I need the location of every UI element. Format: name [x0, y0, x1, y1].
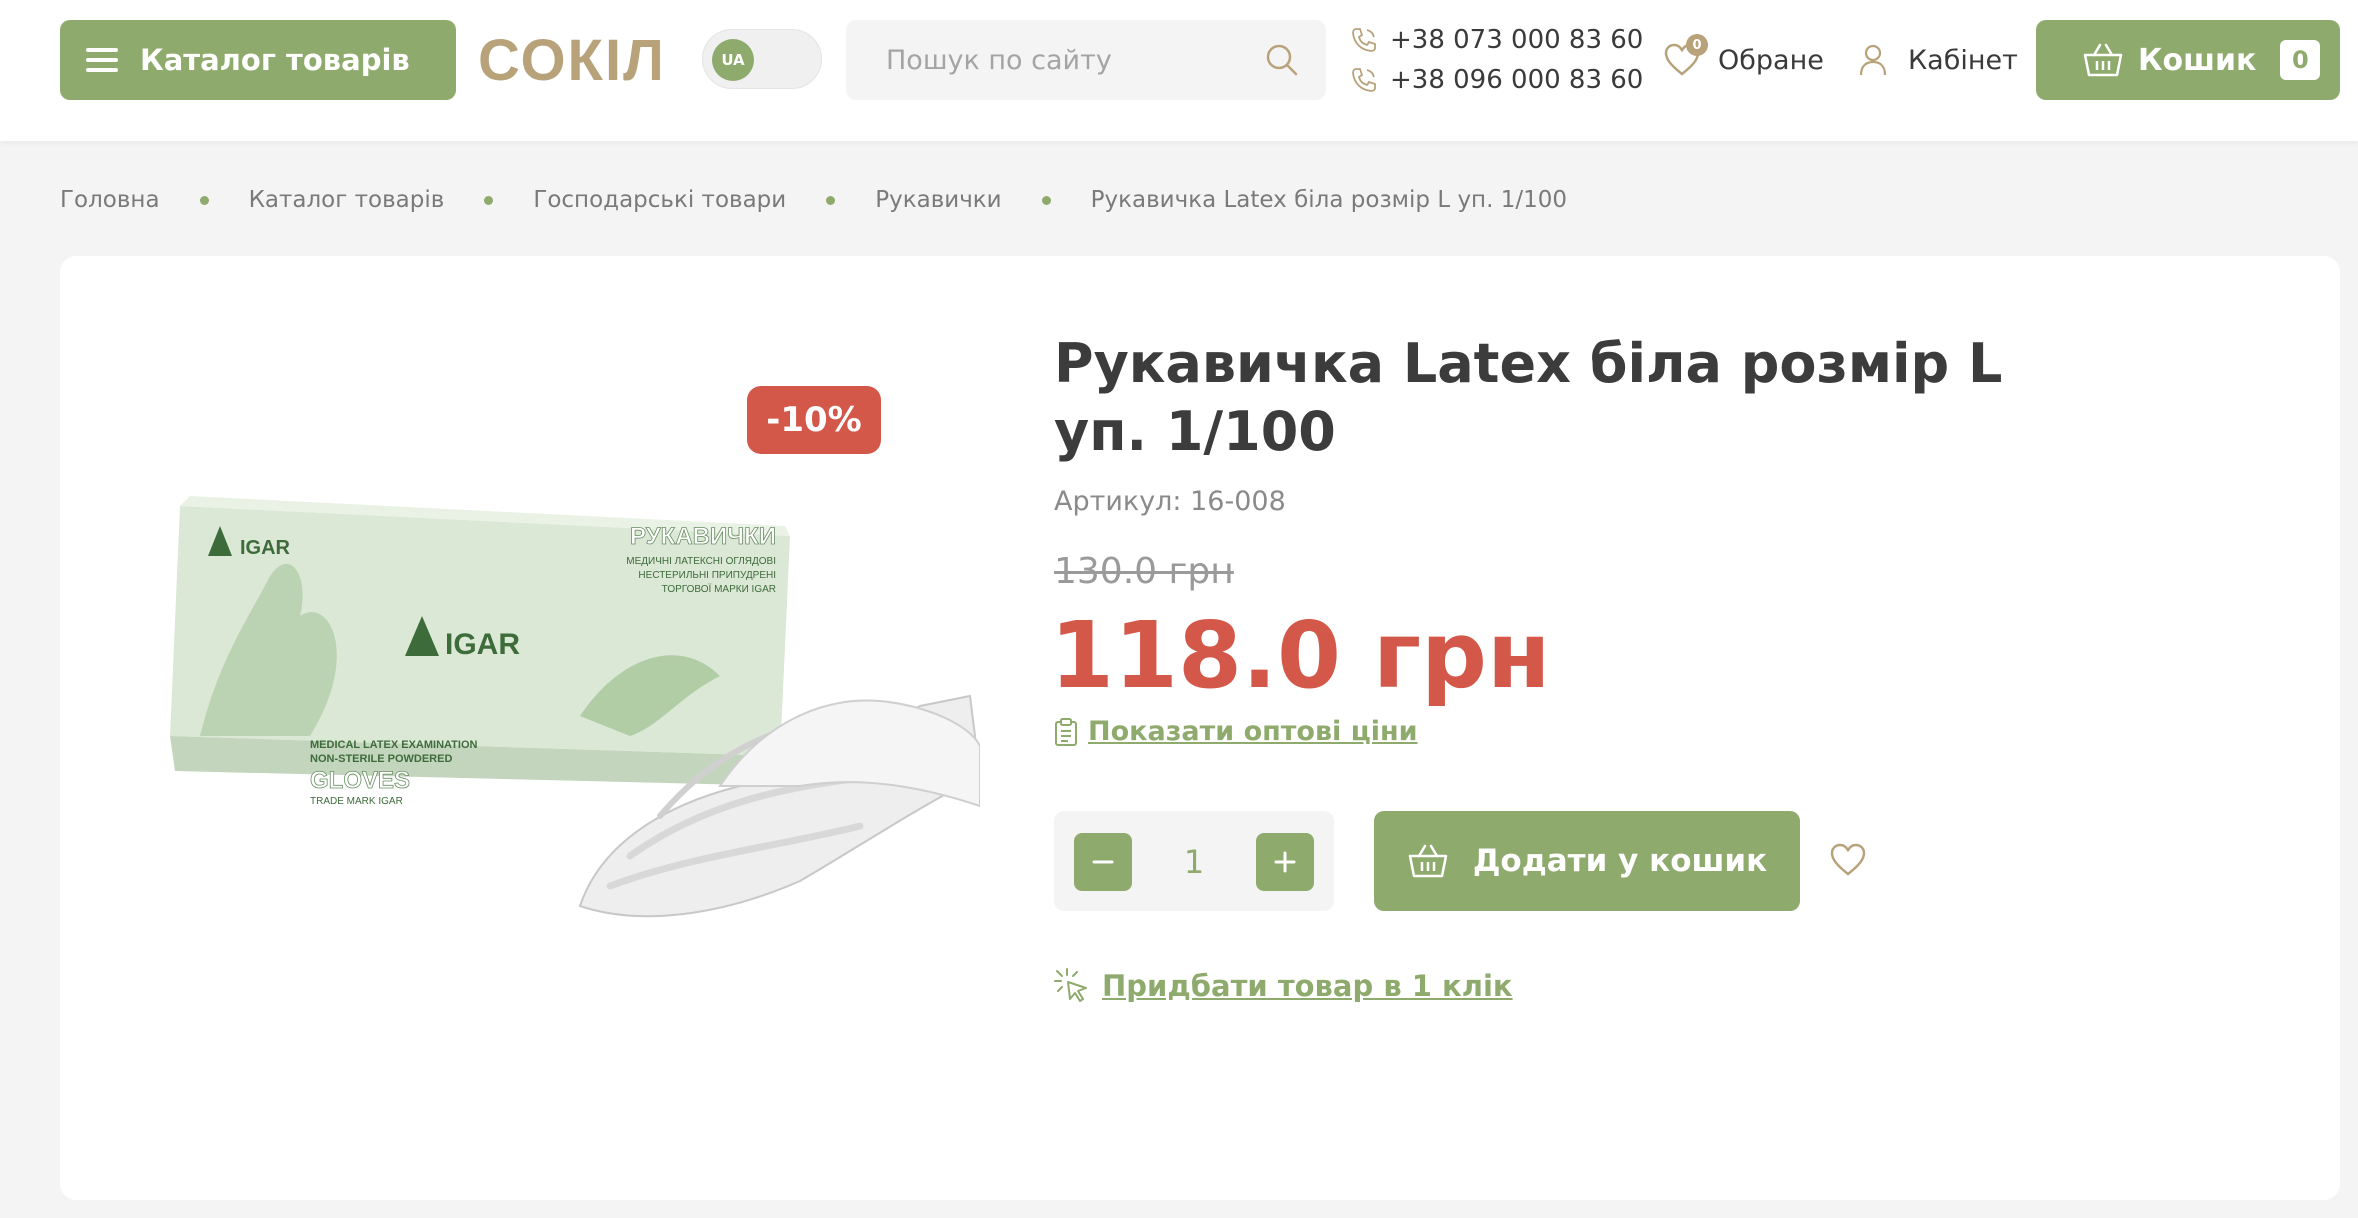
svg-text:TRADE MARK IGAR: TRADE MARK IGAR	[310, 796, 403, 807]
phone-number: +38 073 000 83 60	[1390, 25, 1644, 55]
site-logo[interactable]: СОКІЛ	[478, 28, 682, 88]
heart-icon[interactable]	[1828, 840, 1868, 880]
breadcrumb-separator	[484, 195, 494, 205]
phone-2[interactable]: +38 096 000 83 60	[1350, 60, 1643, 100]
svg-text:MEDICAL LATEX EXAMINATION: MEDICAL LATEX EXAMINATION	[310, 739, 478, 751]
breadcrumb-separator	[1041, 195, 1051, 205]
wholesale-prices-link[interactable]: Показати оптові ціни	[1054, 716, 1418, 747]
old-price: 130.0 грн	[1054, 551, 1234, 592]
click-icon	[1054, 968, 1087, 1002]
svg-text:NON-STERILE POWDERED: NON-STERILE POWDERED	[310, 753, 452, 765]
product-sku: Артикул: 16-008	[1054, 486, 1286, 517]
cart-label: Кошик	[2138, 42, 2257, 78]
search-bar	[846, 20, 1326, 100]
svg-text:РУКАВИЧКИ: РУКАВИЧКИ	[630, 523, 776, 550]
favorites-count-badge: 0	[1686, 34, 1708, 56]
one-click-buy-link[interactable]: Придбати товар в 1 клік	[1054, 968, 1513, 1004]
svg-text:НЕСТЕРИЛЬНІ ПРИПУДРЕНІ: НЕСТЕРИЛЬНІ ПРИПУДРЕНІ	[638, 570, 776, 581]
svg-text:IGAR: IGAR	[240, 537, 291, 559]
wholesale-prices-label: Показати оптові ціни	[1088, 716, 1418, 747]
favorites-label: Обране	[1718, 44, 1824, 76]
catalog-button-label: Каталог товарів	[140, 43, 410, 77]
phone-icon	[1352, 68, 1376, 92]
basket-icon	[2083, 43, 2123, 77]
breadcrumb-gloves[interactable]: Рукавички	[875, 187, 1001, 213]
catalog-button[interactable]: Каталог товарів	[60, 20, 456, 100]
product-title: Рукавичка Latex біла розмір L уп. 1/100	[1054, 332, 2003, 463]
breadcrumb-separator	[199, 195, 209, 205]
quantity-increase-button[interactable]	[1256, 833, 1314, 891]
cart-count-badge: 0	[2280, 40, 2321, 80]
svg-text:ТОРГОВОЇ МАРКИ IGAR: ТОРГОВОЇ МАРКИ IGAR	[662, 583, 776, 595]
cabinet-link[interactable]: Кабінет	[1858, 30, 2018, 90]
menu-icon	[86, 48, 118, 72]
basket-icon	[1408, 844, 1448, 878]
svg-text:IGAR: IGAR	[445, 628, 520, 661]
breadcrumb-separator	[826, 195, 836, 205]
breadcrumb-home[interactable]: Головна	[60, 187, 160, 213]
breadcrumb-catalog[interactable]: Каталог товарів	[249, 187, 445, 213]
quantity-value[interactable]: 1	[1142, 833, 1246, 891]
one-click-buy-label: Придбати товар в 1 клік	[1102, 969, 1513, 1003]
svg-text:МЕДИЧНІ ЛАТЕКСНІ ОГЛЯДОВІ: МЕДИЧНІ ЛАТЕКСНІ ОГЛЯДОВІ	[626, 556, 776, 567]
add-to-cart-label: Додати у кошик	[1472, 843, 1768, 879]
quantity-decrease-button[interactable]	[1074, 833, 1132, 891]
phone-1[interactable]: +38 073 000 83 60	[1350, 20, 1643, 60]
cart-button[interactable]: Кошик 0	[2036, 20, 2340, 100]
discount-badge: -10%	[747, 386, 881, 454]
language-label: UA	[712, 39, 754, 81]
quantity-stepper: 1	[1054, 811, 1334, 911]
breadcrumb-household[interactable]: Господарські товари	[533, 187, 786, 213]
site-header: Каталог товарів СОКІЛ UA +38 073 000 83 …	[0, 0, 2358, 141]
search-icon[interactable]	[1264, 42, 1300, 78]
clipboard-icon	[1055, 717, 1077, 746]
current-price: 118.0 грн	[1050, 602, 1551, 709]
product-image[interactable]: IGAR IGAR РУКАВИЧКИ МЕДИЧНІ ЛАТЕКСНІ ОГЛ…	[160, 486, 980, 936]
phone-icon	[1352, 28, 1376, 52]
plus-icon	[1274, 851, 1296, 873]
svg-text:GLOVES: GLOVES	[310, 767, 410, 794]
add-to-cart-button[interactable]: Додати у кошик	[1374, 811, 1800, 911]
phone-number: +38 096 000 83 60	[1390, 65, 1644, 95]
svg-text:СОКІЛ: СОКІЛ	[478, 28, 666, 88]
cabinet-label: Кабінет	[1908, 44, 2018, 76]
favorites-icon-wrap: 0	[1662, 34, 1708, 80]
breadcrumb-current: Рукавичка Latex біла розмір L уп. 1/100	[1090, 187, 1568, 213]
user-icon	[1859, 44, 1887, 76]
breadcrumb: Головна Каталог товарів Господарські тов…	[60, 182, 1567, 218]
favorites-link[interactable]: 0 Обране	[1662, 30, 1824, 90]
search-input[interactable]	[884, 43, 1248, 77]
language-toggle[interactable]: UA	[702, 29, 822, 89]
minus-icon	[1092, 860, 1114, 864]
product-card: IGAR IGAR РУКАВИЧКИ МЕДИЧНІ ЛАТЕКСНІ ОГЛ…	[60, 256, 2340, 1200]
